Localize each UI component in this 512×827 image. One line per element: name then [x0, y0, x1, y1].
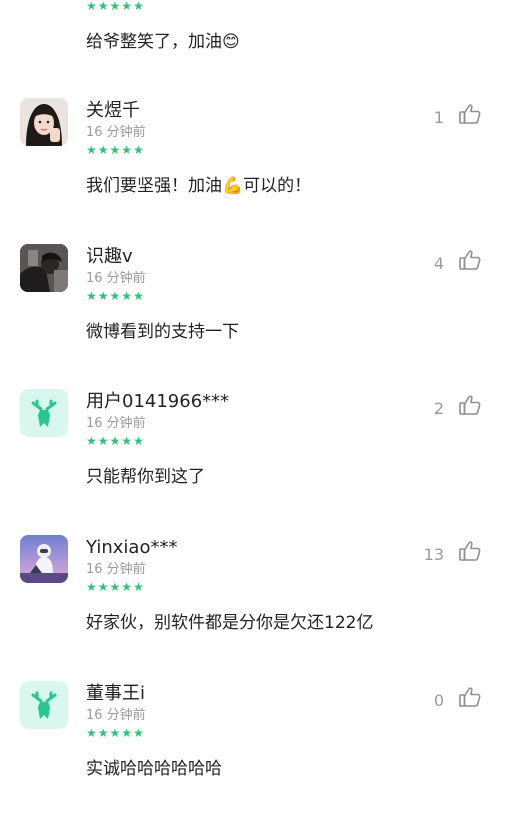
star-icon: ★: [86, 0, 97, 13]
avatar[interactable]: [20, 389, 68, 437]
star-icon: ★: [109, 434, 121, 448]
star-icon: ★: [86, 726, 97, 740]
rating-stars: ★ ★ ★ ★ ★: [86, 0, 144, 12]
like-count: 1: [433, 108, 444, 127]
star-icon: ★: [109, 143, 121, 157]
timestamp: 16 分钟前: [86, 271, 146, 286]
comment-text: 微博看到的支持一下: [86, 322, 239, 342]
username[interactable]: 用户0141966***: [86, 391, 229, 413]
like-count: 4: [433, 254, 444, 273]
timestamp: 16 分钟前: [86, 708, 146, 723]
thumbs-up-icon[interactable]: [458, 539, 482, 563]
star-icon: ★: [97, 289, 109, 303]
rating-stars: ★ ★ ★ ★ ★: [86, 435, 144, 447]
comment-text: 我们要坚强！加油💪可以的！: [86, 176, 312, 196]
star-icon: ★: [121, 143, 133, 157]
star-icon: ★: [109, 726, 121, 740]
star-icon: ★: [109, 289, 121, 303]
comment-item: 用户0141966*** 16 分钟前 ★ ★ ★ ★ ★ 只能帮你到这了 2: [0, 389, 512, 535]
star-icon: ★: [133, 580, 144, 594]
star-icon: ★: [109, 0, 121, 13]
star-icon: ★: [86, 143, 97, 157]
username[interactable]: 关煜千: [86, 100, 140, 122]
comment-item: 识趣v 16 分钟前 ★ ★ ★ ★ ★ 微博看到的支持一下 4: [0, 244, 512, 390]
star-icon: ★: [121, 580, 133, 594]
comment-item: 关煜千 16 分钟前 ★ ★ ★ ★ ★ 我们要坚强！加油💪可以的！ 1: [0, 98, 512, 244]
rating-stars: ★ ★ ★ ★ ★: [86, 727, 144, 739]
star-icon: ★: [109, 580, 121, 594]
avatar[interactable]: [20, 244, 68, 292]
like-count: 0: [433, 691, 444, 710]
star-icon: ★: [86, 289, 97, 303]
username[interactable]: Yinxiao***: [86, 537, 177, 559]
rating-stars: ★ ★ ★ ★ ★: [86, 144, 144, 156]
star-icon: ★: [133, 726, 144, 740]
star-icon: ★: [121, 289, 133, 303]
comment-text: 给爷整笑了，加油😊: [86, 32, 240, 52]
star-icon: ★: [133, 0, 144, 13]
timestamp: 16 分钟前: [86, 562, 146, 577]
star-icon: ★: [97, 726, 109, 740]
comment-text: 实诚哈哈哈哈哈哈: [86, 759, 222, 779]
thumbs-up-icon[interactable]: [458, 248, 482, 272]
star-icon: ★: [86, 434, 97, 448]
avatar[interactable]: [20, 98, 68, 146]
star-icon: ★: [133, 143, 144, 157]
star-icon: ★: [97, 143, 109, 157]
star-icon: ★: [121, 726, 133, 740]
star-icon: ★: [97, 580, 109, 594]
star-icon: ★: [86, 580, 97, 594]
thumbs-up-icon[interactable]: [458, 393, 482, 417]
thumbs-up-icon[interactable]: [458, 102, 482, 126]
like-count: 13: [423, 545, 444, 564]
star-icon: ★: [133, 434, 144, 448]
username[interactable]: 识趣v: [86, 246, 133, 268]
star-icon: ★: [121, 0, 133, 13]
timestamp: 16 分钟前: [86, 125, 146, 140]
comment-item: 董事王i 16 分钟前 ★ ★ ★ ★ ★ 实诚哈哈哈哈哈哈 0: [0, 681, 512, 827]
star-icon: ★: [97, 434, 109, 448]
like-count: 2: [433, 399, 444, 418]
timestamp: 16 分钟前: [86, 416, 146, 431]
star-icon: ★: [121, 434, 133, 448]
rating-stars: ★ ★ ★ ★ ★: [86, 581, 144, 593]
star-icon: ★: [97, 0, 109, 13]
thumbs-up-icon[interactable]: [458, 685, 482, 709]
rating-stars: ★ ★ ★ ★ ★: [86, 290, 144, 302]
star-icon: ★: [133, 289, 144, 303]
avatar[interactable]: [20, 535, 68, 583]
username[interactable]: 董事王i: [86, 683, 145, 705]
comment-item: Yinxiao*** 16 分钟前 ★ ★ ★ ★ ★ 好家伙，别软件都是分你是…: [0, 535, 512, 681]
avatar[interactable]: [20, 681, 68, 729]
comment-text: 只能帮你到这了: [86, 467, 205, 487]
comment-text: 好家伙，别软件都是分你是欠还122亿: [86, 613, 374, 633]
